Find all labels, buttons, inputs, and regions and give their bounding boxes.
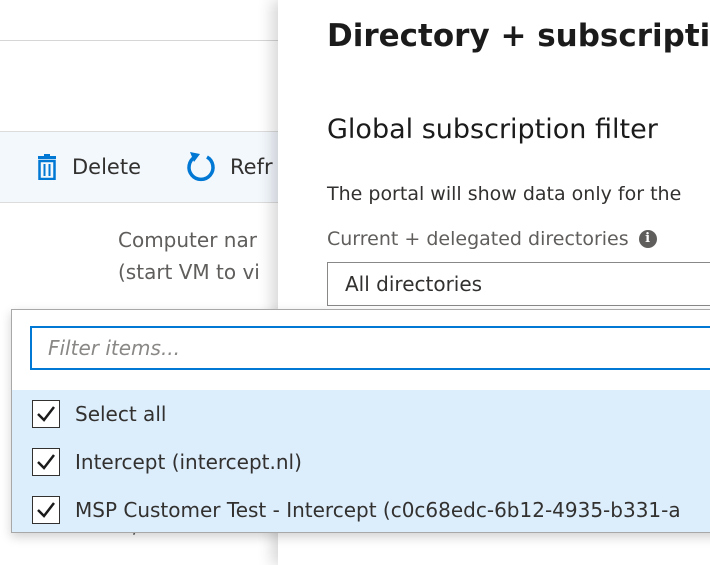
option-label: Intercept (intercept.nl) (75, 450, 302, 474)
option-intercept[interactable]: Intercept (intercept.nl) (12, 438, 710, 486)
refresh-label: Refr (230, 155, 273, 179)
trash-icon (38, 154, 56, 180)
blade-header (0, 0, 300, 41)
option-label: MSP Customer Test - Intercept (c0c68edc-… (75, 498, 681, 522)
refresh-button[interactable]: Refr (186, 132, 273, 202)
computer-name-label: Computer nar (118, 228, 257, 252)
directories-dropdown-menu: Select all Intercept (intercept.nl) MSP … (11, 309, 710, 533)
command-bar: Delete Refr (0, 131, 300, 203)
directories-label: Current + delegated directories i (327, 228, 657, 250)
panel-title: Directory + subscriptio (327, 18, 710, 54)
checkmark-icon (37, 406, 55, 422)
section-title: Global subscription filter (327, 114, 658, 145)
option-select-all[interactable]: Select all (12, 390, 710, 438)
option-label: Select all (75, 402, 167, 426)
directories-dropdown[interactable]: All directories (327, 262, 710, 306)
info-icon[interactable]: i (638, 230, 657, 248)
filter-area (12, 310, 710, 390)
directories-label-text: Current + delegated directories (327, 228, 629, 250)
checkbox[interactable] (32, 448, 60, 476)
options-list: Select all Intercept (intercept.nl) MSP … (12, 390, 710, 532)
refresh-icon (187, 152, 215, 182)
checkbox[interactable] (32, 496, 60, 524)
computer-name-field: Computer nar (start VM to vi (118, 224, 260, 288)
checkmark-icon (37, 502, 55, 518)
checkbox[interactable] (32, 400, 60, 428)
checkmark-icon (37, 454, 55, 470)
delete-button[interactable]: Delete (36, 132, 141, 202)
panel-description: The portal will show data only for the (327, 183, 682, 205)
option-msp-customer-test[interactable]: MSP Customer Test - Intercept (c0c68edc-… (12, 486, 710, 532)
filter-input[interactable] (30, 326, 710, 370)
computer-name-hint: (start VM to vi (118, 260, 260, 284)
delete-label: Delete (72, 155, 141, 179)
